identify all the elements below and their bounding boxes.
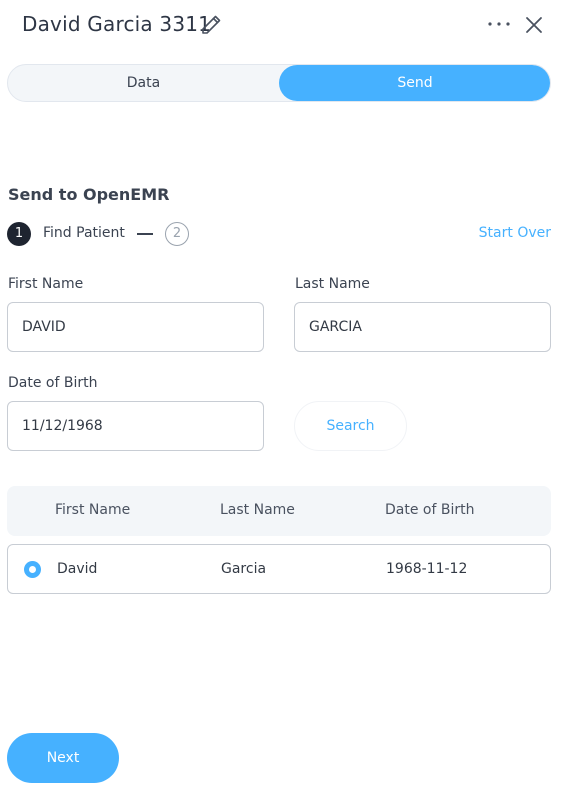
stepper: 1 Find Patient 2 Start Over (7, 222, 551, 246)
cell-dob: 1968-11-12 (386, 561, 468, 577)
step-1-label: Find Patient (43, 225, 125, 241)
more-horizontal-icon[interactable] (486, 14, 512, 34)
search-button[interactable]: Search (294, 401, 407, 451)
step-2-indicator: 2 (165, 222, 189, 246)
last-name-field[interactable] (294, 302, 551, 352)
column-header-first-name: First Name (55, 502, 131, 518)
cell-first-name: David (57, 561, 98, 577)
dob-field[interactable] (7, 401, 264, 451)
tab-bar: Data Send (7, 64, 551, 102)
dob-label: Date of Birth (8, 375, 98, 391)
close-icon[interactable] (522, 13, 546, 37)
row-select-radio[interactable] (24, 561, 41, 578)
results-table-header: First Name Last Name Date of Birth (7, 486, 551, 536)
next-button[interactable]: Next (7, 733, 119, 783)
tab-send[interactable]: Send (279, 65, 550, 101)
pencil-icon[interactable] (199, 13, 223, 37)
section-title: Send to OpenEMR (8, 185, 170, 204)
step-1-indicator: 1 (7, 222, 31, 246)
start-over-link[interactable]: Start Over (479, 225, 551, 241)
cell-last-name: Garcia (221, 561, 267, 577)
panel-header: David Garcia 3311 (0, 0, 562, 50)
column-header-last-name: Last Name (220, 502, 295, 518)
tab-data[interactable]: Data (8, 65, 279, 101)
step-divider (137, 233, 153, 235)
last-name-label: Last Name (295, 276, 370, 292)
page-title: David Garcia 3311 (22, 12, 212, 36)
table-row[interactable]: David Garcia 1968-11-12 (7, 544, 551, 594)
column-header-dob: Date of Birth (385, 502, 475, 518)
first-name-label: First Name (8, 276, 84, 292)
first-name-field[interactable] (7, 302, 264, 352)
